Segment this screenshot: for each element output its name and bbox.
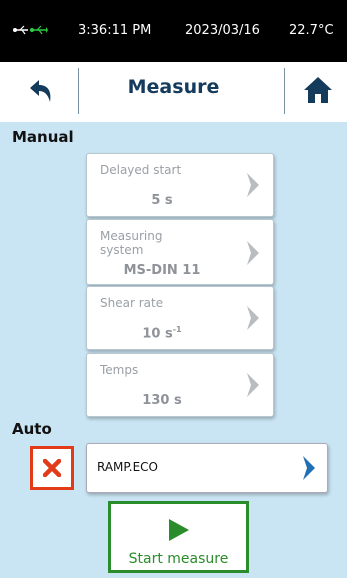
auto-program-select[interactable]: RAMP.ECO	[86, 443, 328, 493]
chevron-right-icon	[247, 306, 259, 330]
shear-rate-button[interactable]: Shear rate 10 s-1	[86, 286, 274, 350]
card-value: 5 s	[151, 193, 173, 208]
status-time: 3:36:11 PM	[78, 23, 152, 38]
delayed-start-button[interactable]: Delayed start 5 s	[86, 153, 274, 217]
card-value: MS-DIN 11	[123, 263, 201, 278]
chevron-right-icon	[247, 173, 259, 197]
status-temperature: 22.7°C	[289, 23, 334, 38]
card-label: Measuring system	[100, 229, 163, 257]
status-bar: 3:36:11 PM 2023/03/16 22.7°C	[0, 0, 347, 62]
header-bar: Measure	[0, 62, 347, 122]
chevron-right-icon	[303, 456, 315, 480]
card-label: Delayed start	[100, 163, 182, 177]
start-measure-button[interactable]: Start measure	[108, 501, 249, 573]
close-x-icon	[43, 459, 61, 477]
status-date: 2023/03/16	[185, 23, 260, 38]
measuring-system-button[interactable]: Measuring system MS-DIN 11	[86, 219, 274, 285]
delete-auto-button[interactable]	[30, 446, 74, 490]
temps-button[interactable]: Temps 130 s	[86, 353, 274, 417]
auto-section-label: Auto	[12, 420, 52, 438]
card-value: 10 s-1	[142, 324, 182, 341]
usb-connection-icon	[13, 25, 48, 35]
page-title: Measure	[127, 76, 220, 98]
chevron-right-icon	[247, 241, 259, 265]
header-divider-right	[284, 68, 285, 114]
manual-section-label: Manual	[12, 128, 74, 146]
chevron-right-icon	[247, 373, 259, 397]
home-icon[interactable]	[302, 74, 334, 106]
play-icon	[169, 519, 189, 541]
card-label: Shear rate	[100, 296, 164, 310]
start-measure-label: Start measure	[128, 551, 229, 567]
card-label: Temps	[100, 363, 139, 377]
auto-program-name: RAMP.ECO	[97, 460, 159, 474]
card-value: 130 s	[142, 393, 182, 408]
